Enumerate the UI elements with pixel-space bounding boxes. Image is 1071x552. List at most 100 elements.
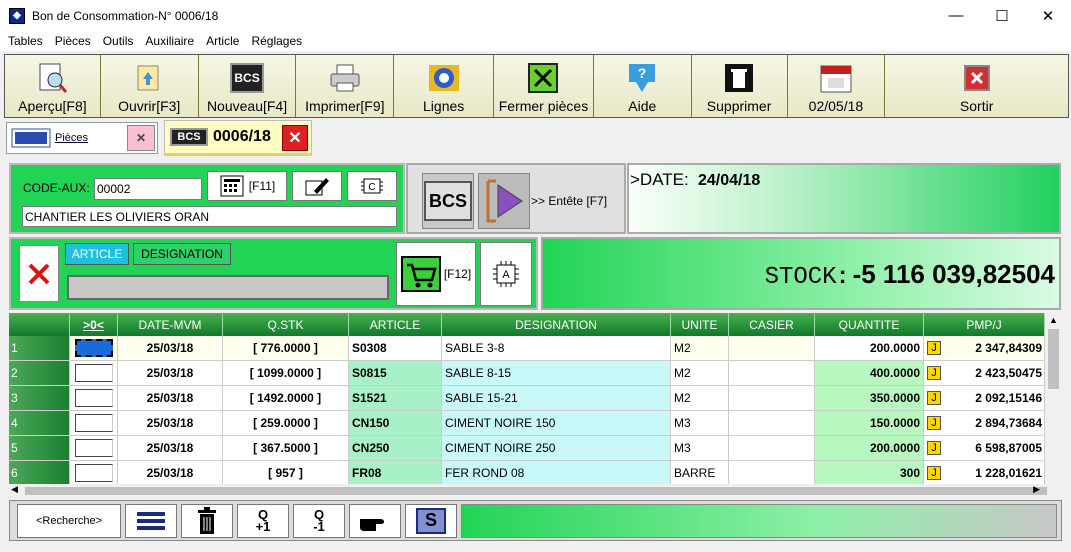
horizontal-scrollbar[interactable]: ◀ ▶ bbox=[9, 484, 1062, 498]
j-badge[interactable]: J bbox=[927, 416, 941, 430]
cell-quantite: 150.0000 bbox=[815, 411, 924, 435]
row-number: 4 bbox=[9, 411, 70, 435]
qty-plus-button[interactable]: Q +1 bbox=[237, 503, 289, 538]
summary-button[interactable]: S bbox=[405, 503, 457, 538]
menu-outils[interactable]: Outils bbox=[103, 34, 134, 48]
print-button[interactable]: Imprimer[F9] bbox=[296, 55, 395, 117]
printer-icon bbox=[328, 61, 362, 95]
bcs-button[interactable]: BCS bbox=[422, 173, 474, 229]
red-x-icon bbox=[28, 263, 50, 284]
j-badge[interactable]: J bbox=[927, 366, 941, 380]
article-chip-button[interactable]: A bbox=[480, 242, 532, 306]
search-button[interactable]: <Recherche> bbox=[17, 503, 121, 538]
pmp-value: 2 092,15146 bbox=[975, 391, 1042, 405]
cell-casier bbox=[729, 411, 815, 435]
row-checkbox[interactable] bbox=[74, 339, 113, 357]
qty-minus-value: -1 bbox=[313, 518, 325, 534]
code-aux-field[interactable]: 00002 bbox=[94, 178, 202, 200]
window-title: Bon de Consommation-N° 0006/18 bbox=[32, 8, 219, 23]
client-chip-button[interactable]: C bbox=[347, 171, 397, 201]
cell-designation: SABLE 8-15 bbox=[442, 361, 671, 385]
col-header-article[interactable]: ARTICLE bbox=[349, 313, 442, 336]
j-badge[interactable]: J bbox=[927, 341, 941, 355]
table-row[interactable]: 6 25/03/18[ 957 ] FR08 FER ROND 08 BARRE 300 J… bbox=[9, 461, 1045, 484]
scroll-left-icon[interactable]: ◀ bbox=[11, 484, 18, 495]
table-row[interactable]: 2 25/03/18[ 1099.0000 ] S0815 SABLE 8-15 M2 4… bbox=[9, 361, 1045, 386]
col-header-designation[interactable]: DESIGNATION bbox=[442, 313, 671, 336]
tab-article[interactable]: ARTICLE bbox=[65, 243, 129, 265]
col-header-select[interactable]: >0< bbox=[70, 313, 118, 336]
table-row[interactable]: 4 25/03/18[ 259.0000 ] CN150 CIMENT NOIRE 1… bbox=[9, 411, 1045, 436]
col-header-qstk[interactable]: Q.STK bbox=[223, 313, 349, 336]
calendar-icon bbox=[819, 61, 853, 95]
delete-line-button[interactable] bbox=[181, 503, 233, 538]
col-header-date[interactable]: DATE-MVM bbox=[118, 313, 223, 336]
point-button[interactable] bbox=[349, 503, 401, 538]
scroll-up-icon[interactable]: ▲ bbox=[1045, 313, 1062, 327]
exit-button[interactable]: Sortir bbox=[885, 55, 1068, 117]
menu-pieces[interactable]: Pièces bbox=[55, 34, 91, 48]
col-header-casier[interactable]: CASIER bbox=[729, 313, 815, 336]
f11-button[interactable]: [F11] bbox=[207, 171, 287, 201]
row-checkbox[interactable] bbox=[74, 414, 113, 432]
j-badge[interactable]: J bbox=[927, 391, 941, 405]
help-button[interactable]: ? Aide bbox=[593, 55, 692, 117]
close-window-button[interactable]: ✕ bbox=[1025, 0, 1071, 31]
menu-article[interactable]: Article bbox=[206, 34, 239, 48]
col-header-unite[interactable]: UNITE bbox=[671, 313, 729, 336]
table-row[interactable]: 3 25/03/18[ 1492.0000 ] S1521 SABLE 15-21 M2… bbox=[9, 386, 1045, 411]
tab-designation[interactable]: DESIGNATION bbox=[133, 243, 231, 265]
maximize-button[interactable]: ☐ bbox=[979, 0, 1025, 31]
qty-minus-button[interactable]: Q -1 bbox=[293, 503, 345, 538]
clear-article-button[interactable] bbox=[19, 245, 59, 302]
cell-casier bbox=[729, 461, 815, 484]
j-badge[interactable]: J bbox=[927, 441, 941, 455]
close-tab-pieces-button[interactable]: ✕ bbox=[127, 125, 155, 151]
menu-lines-button[interactable] bbox=[125, 503, 177, 538]
close-pieces-button[interactable]: Fermer pièces bbox=[494, 55, 594, 117]
row-select-box bbox=[70, 361, 118, 385]
menu-auxiliaire[interactable]: Auxiliaire bbox=[145, 34, 194, 48]
close-document-button[interactable]: ✕ bbox=[282, 125, 308, 151]
row-select-box bbox=[70, 461, 118, 484]
lines-button[interactable]: Lignes bbox=[394, 55, 495, 117]
tab-pieces[interactable]: Pièces ✕ bbox=[6, 122, 158, 154]
row-checkbox[interactable] bbox=[74, 364, 113, 382]
col-header-quantite[interactable]: QUANTITE bbox=[815, 313, 924, 336]
f12-cart-button[interactable]: [F12] bbox=[396, 242, 476, 306]
open-button[interactable]: Ouvrir[F3] bbox=[100, 55, 199, 117]
j-badge[interactable]: J bbox=[927, 466, 941, 480]
bin-icon bbox=[198, 506, 216, 534]
date-button[interactable]: 02/05/18 bbox=[787, 55, 886, 117]
edit-client-button[interactable] bbox=[292, 171, 342, 201]
table-row[interactable]: 1 25/03/18[ 776.0000 ] S0308 SABLE 3-8 M2 200… bbox=[9, 336, 1045, 361]
client-name-field[interactable]: CHANTIER LES OLIVIERS ORAN bbox=[22, 206, 397, 227]
delete-button[interactable]: Supprimer bbox=[691, 55, 788, 117]
row-checkbox[interactable] bbox=[74, 389, 113, 407]
cell-qstk: [ 957 ] bbox=[223, 461, 349, 484]
tab-current-document[interactable]: BCS 0006/18 ✕ bbox=[164, 120, 312, 156]
help-icon: ? bbox=[625, 61, 659, 95]
menu-reglages[interactable]: Réglages bbox=[251, 34, 302, 48]
minimize-button[interactable]: — bbox=[933, 0, 979, 31]
status-strip bbox=[461, 503, 1057, 538]
menu-tables[interactable]: Tables bbox=[8, 34, 43, 48]
article-search-input[interactable] bbox=[67, 275, 389, 300]
row-checkbox[interactable] bbox=[74, 439, 113, 457]
cell-date: 25/03/18 bbox=[118, 436, 223, 460]
row-select-box bbox=[70, 336, 118, 360]
hscroll-thumb[interactable] bbox=[25, 487, 1047, 495]
scroll-right-icon[interactable]: ▶ bbox=[1033, 484, 1040, 495]
qty-plus-value: +1 bbox=[255, 518, 271, 534]
row-checkbox[interactable] bbox=[74, 464, 113, 482]
entete-play-button[interactable] bbox=[478, 173, 530, 229]
scroll-thumb[interactable] bbox=[1048, 329, 1059, 389]
col-header-pmp[interactable]: PMP/J bbox=[924, 313, 1045, 336]
row-number: 2 bbox=[9, 361, 70, 385]
preview-button[interactable]: Aperçu[F8] bbox=[5, 55, 101, 117]
new-button[interactable]: BCS Nouveau[F4] bbox=[198, 55, 297, 117]
entete-label[interactable]: >> Entête [F7] bbox=[531, 194, 607, 208]
vertical-scrollbar[interactable]: ▲ bbox=[1045, 313, 1062, 484]
table-row[interactable]: 5 25/03/18[ 367.5000 ] CN250 CIMENT NOIRE 2… bbox=[9, 436, 1045, 461]
cell-casier bbox=[729, 361, 815, 385]
